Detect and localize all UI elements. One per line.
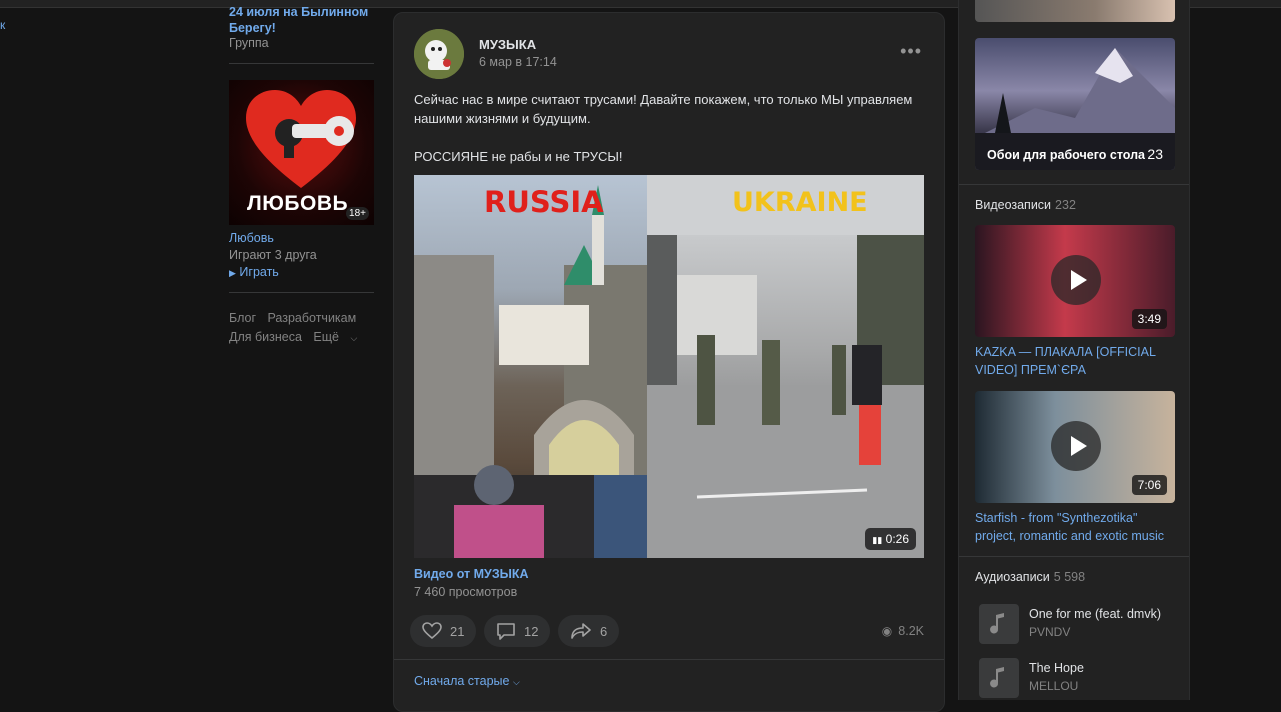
video-duration: 7:06 <box>1131 475 1167 495</box>
audio-track[interactable]: One for me (feat. dmvk) PVNDV <box>975 604 1185 648</box>
event-type: Группа <box>229 36 269 50</box>
audio-bars-icon: ▮▮ <box>872 535 883 545</box>
share-count: 6 <box>600 623 608 639</box>
game-name-link[interactable]: Любовь <box>229 231 274 245</box>
audio-count: 5 598 <box>1053 570 1086 584</box>
track-title: One for me (feat. dmvk) <box>1029 607 1161 621</box>
event-title-link[interactable]: 24 июля на Былинном Берегу! <box>229 4 374 36</box>
chevron-down-icon: ⌵ <box>350 333 358 343</box>
track-title: The Hope <box>1029 661 1084 675</box>
divider <box>229 292 374 293</box>
track-artist[interactable]: PVNDV <box>1029 625 1070 639</box>
music-note-icon[interactable] <box>979 604 1019 644</box>
play-icon <box>1051 421 1101 471</box>
post-text: Сейчас нас в мире считают трусами! Давай… <box>414 90 929 166</box>
track-artist[interactable]: MELLOU <box>1029 679 1078 693</box>
share-icon <box>571 623 591 639</box>
chevron-down-icon: ⌵ <box>512 677 520 687</box>
post-views: ◉ 8.2K <box>881 624 924 638</box>
like-button[interactable]: 21 <box>410 615 477 647</box>
footer-links: Блог Разработчикам Для бизнеса Ещё ⌵ <box>229 309 373 348</box>
footer-dev-link[interactable]: Разработчикам <box>268 311 357 325</box>
video-duration: 3:49 <box>1131 309 1167 329</box>
photo-thumbnail[interactable] <box>975 0 1175 22</box>
game-friends: Играют 3 друга <box>229 248 317 262</box>
eye-icon: ◉ <box>881 624 893 638</box>
post-text-line: РОССИЯНЕ не рабы и не ТРУСЫ! <box>414 149 623 164</box>
play-triangle-icon: ▶ <box>229 268 236 278</box>
divider <box>959 184 1189 185</box>
album-count: 23 <box>1147 146 1163 162</box>
video-left-frame <box>414 175 647 558</box>
like-count: 21 <box>450 623 465 639</box>
footer-more-link[interactable]: Ещё ⌵ <box>313 330 365 344</box>
video-thumbnail[interactable]: 3:49 <box>975 225 1175 337</box>
age-badge: 18+ <box>346 207 369 220</box>
right-sidebar: Обои для рабочего стола 23 Видеозаписи 23… <box>958 0 1190 700</box>
soldiers-street-image <box>647 235 924 558</box>
heart-icon <box>422 622 442 640</box>
comment-icon <box>497 623 515 640</box>
video-thumbnail[interactable]: 7:06 <box>975 391 1175 503</box>
video-right-frame <box>647 235 924 558</box>
divider <box>959 556 1189 557</box>
wall-post: МУЗЫКА 6 мар в 17:14 ••• Сейчас нас в ми… <box>393 12 945 712</box>
play-label: Играть <box>239 265 279 279</box>
share-button[interactable]: 6 <box>558 615 620 647</box>
audio-track[interactable]: The Hope MELLOU <box>975 658 1185 702</box>
game-logo-word: ЛЮБОВЬ <box>247 192 349 215</box>
music-note-icon[interactable] <box>979 658 1019 698</box>
comment-count: 12 <box>524 623 539 639</box>
video-title-link[interactable]: Starfish - from "Synthezotika" project, … <box>975 509 1180 545</box>
post-text-line: Сейчас нас в мире считают трусами! Давай… <box>414 92 913 126</box>
post-author[interactable]: МУЗЫКА <box>479 37 536 52</box>
comment-button[interactable]: 12 <box>484 615 551 647</box>
sort-comments-link[interactable]: Сначала старые ⌵ <box>414 674 520 688</box>
album-title: Обои для рабочего стола <box>987 148 1145 162</box>
game-cover[interactable]: ЛЮБОВЬ 18+ <box>229 80 374 225</box>
video-duration-badge: ▮▮ 0:26 <box>865 528 916 550</box>
footer-blog-link[interactable]: Блог <box>229 311 256 325</box>
videos-count: 232 <box>1055 198 1076 212</box>
video-player[interactable]: RUSSIA UKRAINE ▮▮ 0:26 <box>414 175 924 558</box>
video-caption-right: UKRAINE <box>732 187 868 218</box>
video-title-link[interactable]: KAZKA — ПЛАКАЛА [OFFICIAL VIDEO] ПРЕМ`ЄР… <box>975 343 1180 379</box>
play-button[interactable]: ▶ Играть <box>229 265 279 279</box>
divider <box>229 63 374 64</box>
post-date[interactable]: 6 мар в 17:14 <box>479 55 557 69</box>
audio-header[interactable]: Аудиозаписи 5 598 <box>975 570 1085 584</box>
avatar-icon <box>414 29 464 79</box>
divider <box>394 659 944 660</box>
video-views: 7 460 просмотров <box>414 585 518 599</box>
videos-header[interactable]: Видеозаписи 232 <box>975 198 1076 212</box>
video-title-link[interactable]: Видео от МУЗЫКА <box>414 567 529 581</box>
author-avatar[interactable] <box>414 29 464 79</box>
play-icon <box>1051 255 1101 305</box>
footer-business-link[interactable]: Для бизнеса <box>229 330 302 344</box>
photo-album[interactable]: Обои для рабочего стола 23 <box>975 38 1175 170</box>
more-options-icon[interactable]: ••• <box>900 41 922 62</box>
heart-key-icon <box>246 90 356 188</box>
video-caption-left: RUSSIA <box>484 185 604 219</box>
city-street-image <box>414 185 647 558</box>
left-edge-fragment[interactable]: к <box>0 18 5 32</box>
